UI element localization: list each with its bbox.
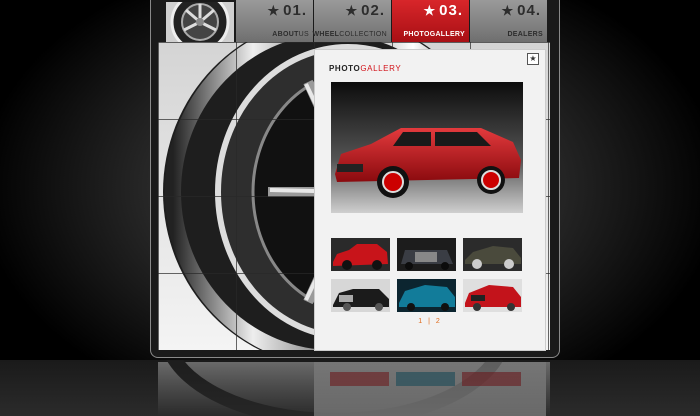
panel-title: PHOTOGALLERY [329, 64, 401, 73]
gallery-pager[interactable]: 1 | 2 [315, 318, 545, 325]
logo-wheel [166, 2, 234, 42]
blue-magnum-thumb-icon [397, 279, 456, 312]
red-magnum-front-thumb-icon [463, 279, 522, 312]
star-icon: ★ [501, 3, 515, 18]
thumbnail[interactable] [463, 279, 522, 312]
reflection-icon [158, 360, 550, 416]
nav-label-light: COLLECTION [339, 31, 387, 38]
floor-reflection [150, 360, 560, 416]
main-nav: ★ 01. ABOUTUS ★ 02. WHEELCOLLECTION ★ 03. P… [236, 0, 548, 42]
nav-item-photo-gallery[interactable]: ★ 03. PHOTOGALLERY [392, 0, 469, 42]
red-car-photo-icon [331, 82, 523, 213]
close-button[interactable]: ★ [527, 53, 539, 65]
nav-label-light: GALLERY [429, 31, 465, 38]
panel-title-bold: PHOTO [329, 64, 361, 73]
nav-label-bold: PHOTO [403, 31, 430, 38]
star-icon: ★ [345, 3, 359, 18]
thumbnail[interactable] [331, 238, 390, 271]
star-icon: ★ [267, 3, 281, 18]
black-300c-thumb-icon [331, 279, 390, 312]
nav-number: 01. [283, 2, 307, 19]
nav-item-about-us[interactable]: ★ 01. ABOUTUS [236, 0, 313, 42]
nav-item-wheel-collection[interactable]: ★ 02. WHEELCOLLECTION [312, 0, 391, 42]
nav-number: 04. [517, 2, 541, 19]
main-photo [331, 82, 523, 213]
star-icon: ★ [423, 3, 437, 18]
logo-wheel-icon [166, 2, 234, 42]
thumbnail[interactable] [397, 238, 456, 271]
thumbnail[interactable] [463, 238, 522, 271]
nav-number: 03. [439, 2, 463, 19]
nav-label-bold: DEALERS [507, 31, 543, 38]
thumbnail[interactable] [331, 279, 390, 312]
grey-300c-thumb-icon [397, 238, 456, 271]
nav-label-bold: WHEEL [312, 31, 340, 38]
dark-charger-thumb-icon [463, 238, 522, 271]
thumbnail[interactable] [397, 279, 456, 312]
red-magnum-thumb-icon [331, 238, 390, 271]
panel-title-accent: GALLERY [360, 64, 402, 73]
nav-number: 02. [361, 2, 385, 19]
nav-label-bold: ABOUT [272, 31, 299, 38]
thumbnail-grid [331, 238, 523, 312]
nav-item-dealers[interactable]: ★ 04. DEALERS [470, 0, 547, 42]
photo-gallery-panel: ★ PHOTOGALLERY 1 | 2 [314, 49, 546, 351]
nav-label-light: US [298, 31, 309, 38]
